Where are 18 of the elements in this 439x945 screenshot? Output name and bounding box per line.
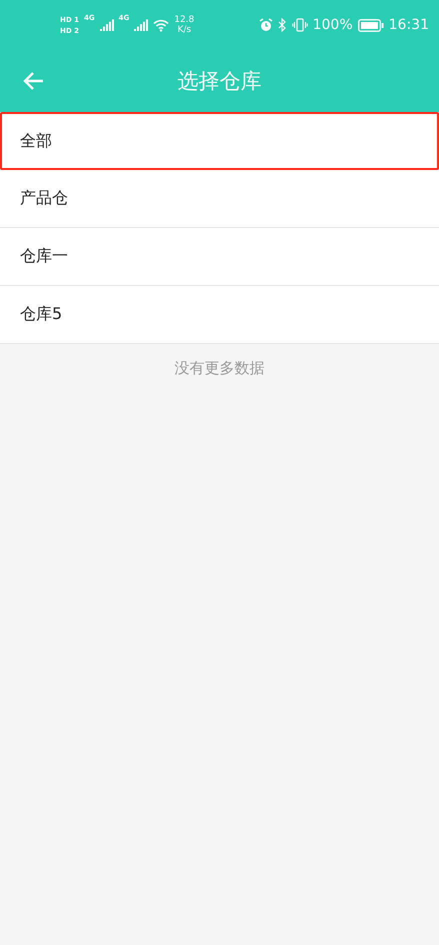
signal-icon xyxy=(100,19,114,31)
wifi-icon xyxy=(153,18,170,32)
vibrate-icon xyxy=(292,18,308,32)
battery-icon xyxy=(358,18,384,32)
warehouse-item[interactable]: 仓库一 xyxy=(0,228,439,286)
warehouse-item[interactable]: 产品仓 xyxy=(0,170,439,228)
speed-value: 12.8 xyxy=(174,15,194,25)
clock-time: 16:31 xyxy=(388,17,429,33)
speed-unit: K/s xyxy=(177,25,192,35)
battery-percentage: 100% xyxy=(312,17,353,33)
alarm-icon xyxy=(258,18,273,32)
warehouse-item[interactable]: 仓库5 xyxy=(0,286,439,344)
warehouse-item[interactable]: 全部 xyxy=(0,112,439,170)
back-arrow-icon xyxy=(22,71,44,91)
page-title: 选择仓库 xyxy=(178,68,262,95)
bluetooth-icon xyxy=(278,18,287,32)
no-more-data-text: 没有更多数据 xyxy=(174,359,264,377)
signal-icon xyxy=(134,19,148,31)
